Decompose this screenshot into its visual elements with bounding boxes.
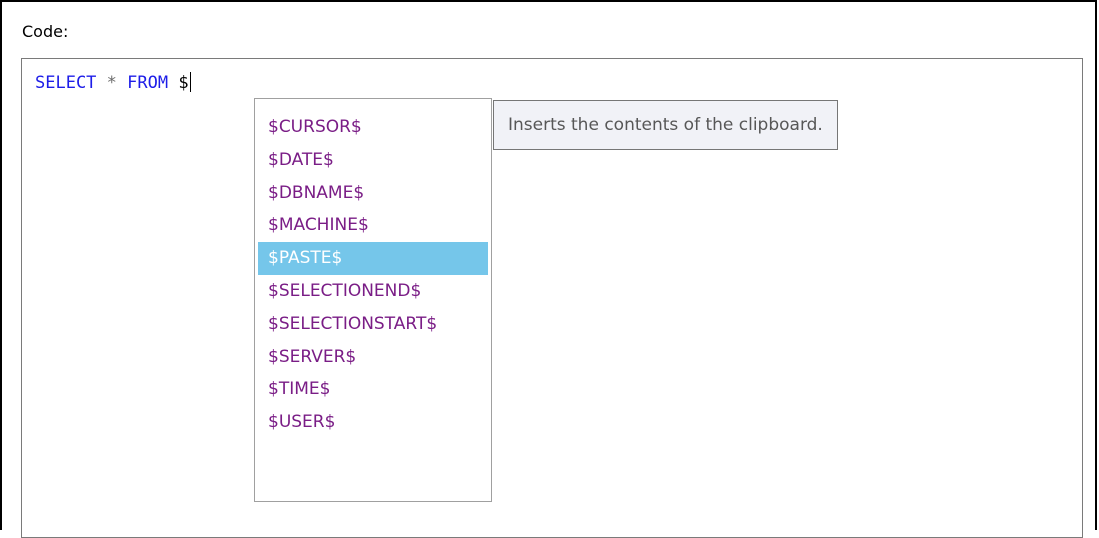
- dialog-frame: Code: SELECT * FROM $ $CURSOR$ $DATE$ $D…: [0, 0, 1097, 538]
- operator-star: *: [106, 73, 117, 93]
- completion-item-dbname[interactable]: $DBNAME$: [258, 177, 488, 210]
- completion-item-selectionstart[interactable]: $SELECTIONSTART$: [258, 308, 488, 341]
- completion-item-machine[interactable]: $MACHINE$: [258, 209, 488, 242]
- text-caret: [189, 72, 191, 92]
- typed-text: $: [178, 73, 189, 93]
- code-line: SELECT * FROM $: [35, 72, 191, 94]
- completion-item-cursor[interactable]: $CURSOR$: [258, 111, 488, 144]
- completion-item-user[interactable]: $USER$: [258, 406, 488, 439]
- completion-tooltip: Inserts the contents of the clipboard.: [493, 100, 838, 150]
- completion-item-selectionend[interactable]: $SELECTIONEND$: [258, 275, 488, 308]
- keyword-from: FROM: [127, 73, 169, 93]
- completion-list[interactable]: $CURSOR$ $DATE$ $DBNAME$ $MACHINE$ $PAST…: [254, 98, 492, 502]
- completion-item-date[interactable]: $DATE$: [258, 144, 488, 177]
- completion-item-paste[interactable]: $PASTE$: [258, 242, 488, 275]
- code-label: Code:: [22, 22, 69, 41]
- keyword-select: SELECT: [35, 73, 97, 93]
- completion-item-time[interactable]: $TIME$: [258, 373, 488, 406]
- completion-item-server[interactable]: $SERVER$: [258, 341, 488, 374]
